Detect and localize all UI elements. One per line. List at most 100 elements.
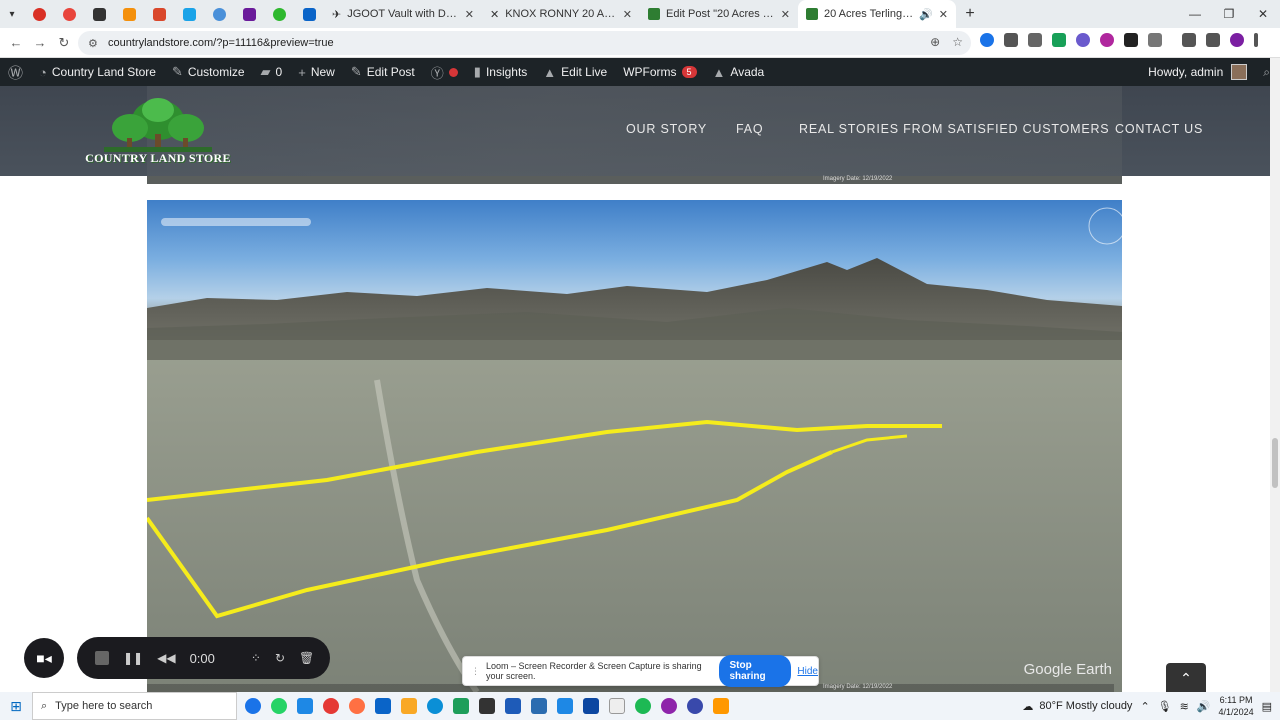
reload-icon[interactable]: ↻ bbox=[52, 35, 76, 51]
forward-icon[interactable]: → bbox=[28, 35, 52, 50]
scrollbar-thumb[interactable] bbox=[1272, 438, 1278, 488]
insights-link[interactable]: ▮ Insights bbox=[466, 58, 536, 86]
tab-terlingua-active[interactable]: 20 Acres Terlingua Ranch T 🔊 ✕ bbox=[798, 0, 956, 28]
extension-icon[interactable] bbox=[980, 33, 994, 47]
pinned-tab[interactable] bbox=[174, 0, 204, 28]
profile-avatar-icon[interactable] bbox=[1230, 33, 1244, 47]
back-icon[interactable]: ← bbox=[4, 35, 28, 50]
clock[interactable]: 6:11 PM 4/1/2024 bbox=[1219, 694, 1254, 718]
new-tab-button[interactable]: + bbox=[956, 5, 984, 23]
avada-link[interactable]: ▲ Avada bbox=[705, 58, 773, 86]
outlook-icon[interactable] bbox=[375, 698, 391, 714]
trash-icon[interactable]: 🗑 bbox=[299, 651, 314, 665]
settings-icon[interactable] bbox=[687, 698, 703, 714]
avatar[interactable] bbox=[1231, 64, 1248, 80]
edit-live-link[interactable]: ▲ Edit Live bbox=[535, 58, 615, 86]
new-content-link[interactable]: + New bbox=[290, 58, 343, 86]
pinned-tab[interactable] bbox=[54, 0, 84, 28]
app-icon[interactable] bbox=[557, 698, 573, 714]
pause-icon[interactable]: ❚❚ bbox=[123, 651, 143, 665]
puzzle-icon[interactable] bbox=[1148, 33, 1162, 47]
wpforms-link[interactable]: WPForms 5 bbox=[615, 58, 704, 86]
url-bar[interactable]: ⚙ countrylandstore.com/?p=11116&preview=… bbox=[78, 31, 971, 55]
edge-icon[interactable] bbox=[427, 698, 443, 714]
close-tab-icon[interactable]: ✕ bbox=[465, 8, 474, 21]
yoast-seo-menu[interactable]: Ⓨ bbox=[423, 58, 466, 86]
edit-post-link[interactable]: ✎ Edit Post bbox=[343, 58, 423, 86]
minimize-icon[interactable]: — bbox=[1178, 0, 1212, 28]
restart-icon[interactable]: ↻ bbox=[275, 651, 285, 665]
extension-icon[interactable] bbox=[1004, 33, 1018, 47]
pinned-tab[interactable] bbox=[264, 0, 294, 28]
nav-contact-us[interactable]: CONTACT US bbox=[1115, 122, 1203, 136]
wordpress-logo-icon[interactable]: Ⓦ bbox=[0, 58, 31, 86]
speaker-icon[interactable]: 🔊 bbox=[919, 8, 933, 21]
url-text[interactable]: countrylandstore.com/?p=11116&preview=tr… bbox=[108, 37, 334, 49]
drag-handle-icon[interactable]: ⋮ bbox=[471, 666, 480, 677]
comments-link[interactable]: ▰ 0 bbox=[253, 58, 291, 86]
zoom-icon[interactable]: ⊕ bbox=[930, 35, 940, 49]
app-icon[interactable] bbox=[479, 698, 495, 714]
app-icon[interactable] bbox=[661, 698, 677, 714]
site-info-icon[interactable]: ⚙ bbox=[88, 37, 100, 50]
spotify-icon[interactable] bbox=[635, 698, 651, 714]
taskbar-search[interactable]: ⌕ Type here to search bbox=[32, 692, 237, 720]
pinned-tab[interactable] bbox=[84, 0, 114, 28]
notepad-icon[interactable] bbox=[609, 698, 625, 714]
back-to-top-button[interactable]: ⌃ bbox=[1166, 663, 1206, 693]
notifications-icon[interactable]: ▤ bbox=[1262, 700, 1272, 713]
page-scrollbar[interactable] bbox=[1270, 58, 1280, 692]
side-panel-icon[interactable] bbox=[1206, 33, 1220, 47]
close-tab-icon[interactable]: ✕ bbox=[623, 8, 632, 21]
whatsapp-icon[interactable] bbox=[271, 698, 287, 714]
extension-icon[interactable] bbox=[1052, 33, 1066, 47]
close-tab-icon[interactable]: ✕ bbox=[781, 8, 790, 21]
file-explorer-icon[interactable] bbox=[401, 698, 417, 714]
weather-widget[interactable]: ☁ 80°F Mostly cloudy bbox=[1022, 700, 1132, 713]
pinned-tab[interactable] bbox=[144, 0, 174, 28]
tab-knox[interactable]: ✕ KNOX RONNY 20 Acres Brewste ✕ bbox=[482, 0, 640, 28]
nav-real-stories[interactable]: REAL STORIES FROM SATISFIED CUSTOMERS bbox=[799, 122, 1109, 136]
nav-our-story[interactable]: OUR STORY bbox=[626, 122, 707, 136]
search-icon[interactable]: ⌕ bbox=[1263, 65, 1270, 80]
wifi-icon[interactable]: ≋ bbox=[1180, 700, 1189, 713]
pinned-tab[interactable] bbox=[24, 0, 54, 28]
app-icon[interactable] bbox=[531, 698, 547, 714]
extension-icon[interactable] bbox=[1100, 33, 1114, 47]
pinned-tab[interactable] bbox=[234, 0, 264, 28]
app-icon[interactable] bbox=[297, 698, 313, 714]
loom-camera-button[interactable]: ■◂ bbox=[24, 638, 64, 678]
download-icon[interactable] bbox=[1182, 33, 1196, 47]
pinned-tab[interactable] bbox=[294, 0, 324, 28]
nav-faq[interactable]: FAQ bbox=[736, 122, 763, 136]
word-icon[interactable] bbox=[505, 698, 521, 714]
bookmark-star-icon[interactable]: ☆ bbox=[952, 35, 963, 49]
customize-link[interactable]: ✎ Customize bbox=[164, 58, 253, 86]
volume-icon[interactable]: 🔊 bbox=[1197, 700, 1211, 713]
rewind-icon[interactable]: ◀◀ bbox=[157, 651, 175, 665]
grid-icon[interactable]: ⁘ bbox=[251, 651, 261, 665]
extension-icon[interactable] bbox=[1124, 33, 1138, 47]
pinned-tab[interactable] bbox=[114, 0, 144, 28]
restore-icon[interactable]: ❐ bbox=[1212, 0, 1246, 28]
windows-start-icon[interactable]: ⊞ bbox=[0, 698, 32, 715]
calculator-icon[interactable] bbox=[583, 698, 599, 714]
browser-menu-icon[interactable] bbox=[1254, 33, 1258, 47]
pinned-tab[interactable] bbox=[204, 0, 234, 28]
tab-edit-post[interactable]: Edit Post "20 Acres Terlingua Ra ✕ bbox=[640, 0, 798, 28]
firefox-icon[interactable] bbox=[349, 698, 365, 714]
app-icon[interactable] bbox=[323, 698, 339, 714]
chrome-icon[interactable] bbox=[245, 698, 261, 714]
tab-jgoot[interactable]: ✈ JGOOT Vault with DFW and DA ✕ bbox=[324, 0, 482, 28]
extension-icon[interactable] bbox=[1076, 33, 1090, 47]
hide-notice-link[interactable]: Hide bbox=[797, 666, 818, 677]
tray-chevron-icon[interactable]: ⌃ bbox=[1140, 700, 1149, 713]
extension-icon[interactable] bbox=[1028, 33, 1042, 47]
app-icon[interactable] bbox=[713, 698, 729, 714]
stop-recording-button[interactable] bbox=[95, 651, 109, 665]
close-tab-icon[interactable]: ✕ bbox=[939, 8, 948, 21]
howdy-admin-link[interactable]: Howdy, admin bbox=[1148, 65, 1223, 79]
close-window-icon[interactable]: ✕ bbox=[1246, 0, 1280, 28]
app-icon[interactable] bbox=[453, 698, 469, 714]
stop-sharing-button[interactable]: Stop sharing bbox=[719, 655, 792, 687]
